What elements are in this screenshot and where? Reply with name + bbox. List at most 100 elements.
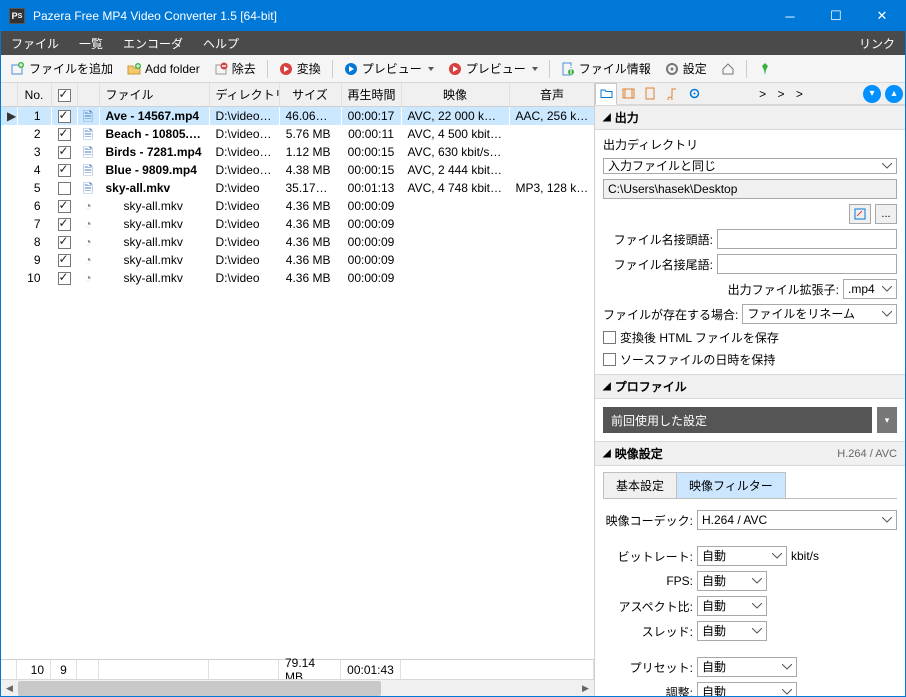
tune-select[interactable]: 自動 [697,682,797,696]
table-row[interactable]: 6sky-all.mkvD:\video4.36 MB00:00:09 [1,197,594,215]
profile-select[interactable]: 前回使用した設定 [603,407,872,433]
save-html-checkbox[interactable]: 変換後 HTML ファイルを保存 [603,329,897,346]
file-table-wrap[interactable]: No. ファイル ディレクトリ サイズ 再生時間 映像 音声 ▶1Ave - 1… [1,83,594,659]
table-row[interactable]: 5sky-all.mkvD:\video35.17 MB00:01:13AVC,… [1,179,594,197]
row-no: 1 [17,107,51,126]
col-check[interactable] [51,83,77,107]
titlebar: PS Pazera Free MP4 Video Converter 1.5 [… [1,1,905,31]
rp-tab-video[interactable] [617,83,639,105]
row-checkbox[interactable] [58,200,71,213]
table-row[interactable]: 2Beach - 10805.mp4D:\video\m5.76 MB00:00… [1,125,594,143]
row-checkbox[interactable] [58,236,71,249]
add-files-button[interactable]: ファイルを追加 [5,58,119,80]
collapse-panel-button[interactable]: > > > [705,83,861,105]
remove-button[interactable]: 除去 [208,58,262,80]
menu-encoder[interactable]: エンコーダ [113,31,193,55]
row-checkbox[interactable] [58,110,71,123]
output-dir-browse-button[interactable]: ... [875,204,897,224]
menu-link[interactable]: リンク [849,31,905,55]
col-dir[interactable]: ディレクトリ [209,83,279,107]
row-no: 7 [17,215,51,233]
col-file[interactable]: ファイル [99,83,209,107]
menu-file[interactable]: ファイル [1,31,69,55]
row-duration: 00:01:13 [341,179,401,197]
rp-tab-output[interactable] [595,83,617,105]
filename-suffix-input[interactable] [717,254,897,274]
right-tabbar: > > > ▾ ▴ [595,83,905,105]
close-button[interactable]: ✕ [859,1,905,31]
output-ext-select[interactable]: .mp4 [843,279,897,299]
col-video[interactable]: 映像 [401,83,509,107]
preset-select[interactable]: 自動 [697,657,797,677]
maximize-button[interactable]: ☐ [813,1,859,31]
video-codec-select[interactable]: H.264 / AVC [697,510,897,530]
table-row[interactable]: 9sky-all.mkvD:\video4.36 MB00:00:09 [1,251,594,269]
col-duration[interactable]: 再生時間 [341,83,401,107]
file-exists-select[interactable]: ファイルをリネーム [742,304,897,324]
row-video [401,251,509,269]
table-row[interactable]: 7sky-all.mkvD:\video4.36 MB00:00:09 [1,215,594,233]
scroll-down-button[interactable]: ▾ [863,85,881,103]
preview1-button[interactable]: プレビュー [338,58,440,80]
keep-date-checkbox[interactable]: ソースファイルの日時を保持 [603,351,897,368]
row-video [401,215,509,233]
row-dir: D:\video [209,215,279,233]
table-row[interactable]: 3Birds - 7281.mp4D:\video\m1.12 MB00:00:… [1,143,594,161]
rp-tab-audio[interactable] [661,83,683,105]
rp-tab-document[interactable] [639,83,661,105]
menu-list[interactable]: 一覧 [69,31,113,55]
minimize-button[interactable]: ─ [767,1,813,31]
row-duration: 00:00:15 [341,161,401,179]
table-row[interactable]: 8sky-all.mkvD:\video4.36 MB00:00:09 [1,233,594,251]
scroll-thumb[interactable] [18,681,381,696]
output-dir-mode[interactable]: 入力ファイルと同じ [603,158,897,174]
aspect-select[interactable]: 自動 [697,596,767,616]
threads-select[interactable]: 自動 [697,621,767,641]
filename-prefix-input[interactable] [717,229,897,249]
tab-filter[interactable]: 映像フィルター [676,472,786,498]
video-subtabs: 基本設定 映像フィルター [603,472,897,499]
scroll-left-icon[interactable]: ◀ [1,680,18,697]
check-all[interactable] [58,89,71,102]
bitrate-select[interactable]: 自動 [697,546,787,566]
preview2-button[interactable]: プレビュー [442,58,544,80]
menu-help[interactable]: ヘルプ [193,31,249,55]
col-no[interactable]: No. [17,83,51,107]
table-row[interactable]: ▶1Ave - 14567.mp4D:\video\m46.06 MB00:00… [1,107,594,126]
row-checkbox[interactable] [58,272,71,285]
settings-button[interactable]: 設定 [659,58,713,80]
toolbar: ファイルを追加 Add folder 除去 変換 プレビュー プレビュー iファ… [1,55,905,83]
add-folder-button[interactable]: Add folder [121,58,206,80]
scroll-up-button[interactable]: ▴ [885,85,903,103]
table-row[interactable]: 4Blue - 9809.mp4D:\video\m4.38 MB00:00:1… [1,161,594,179]
status-duration: 00:01:43 [341,660,401,679]
row-checkbox[interactable] [58,182,71,195]
pin-button[interactable] [752,58,778,80]
section-video-head[interactable]: ◢映像設定H.264 / AVC [595,441,905,466]
convert-button[interactable]: 変換 [273,58,327,80]
horizontal-scrollbar[interactable]: ◀ ▶ [1,679,594,696]
row-checkbox[interactable] [58,146,71,159]
tab-basic[interactable]: 基本設定 [603,472,677,498]
rp-tab-tools[interactable] [683,83,705,105]
table-row[interactable]: 10sky-all.mkvD:\video4.36 MB00:00:09 [1,269,594,287]
section-profile-head[interactable]: ◢プロファイル [595,374,905,399]
document-icon [81,126,95,140]
col-size[interactable]: サイズ [279,83,341,107]
fps-select[interactable]: 自動 [697,571,767,591]
col-audio[interactable]: 音声 [509,83,594,107]
row-checkbox[interactable] [58,128,71,141]
row-checkbox[interactable] [58,164,71,177]
clock-icon [81,235,95,249]
output-dir-edit-button[interactable] [849,204,871,224]
row-checkbox[interactable] [58,254,71,267]
scroll-right-icon[interactable]: ▶ [577,680,594,697]
section-output-head[interactable]: ◢出力 [595,105,905,130]
profile-dropdown-button[interactable]: ▾ [877,407,897,433]
pin-icon [758,62,772,76]
output-dir-path[interactable] [603,179,897,199]
home-button[interactable] [715,58,741,80]
file-info-button[interactable]: iファイル情報 [555,58,657,80]
row-video [401,233,509,251]
row-checkbox[interactable] [58,218,71,231]
